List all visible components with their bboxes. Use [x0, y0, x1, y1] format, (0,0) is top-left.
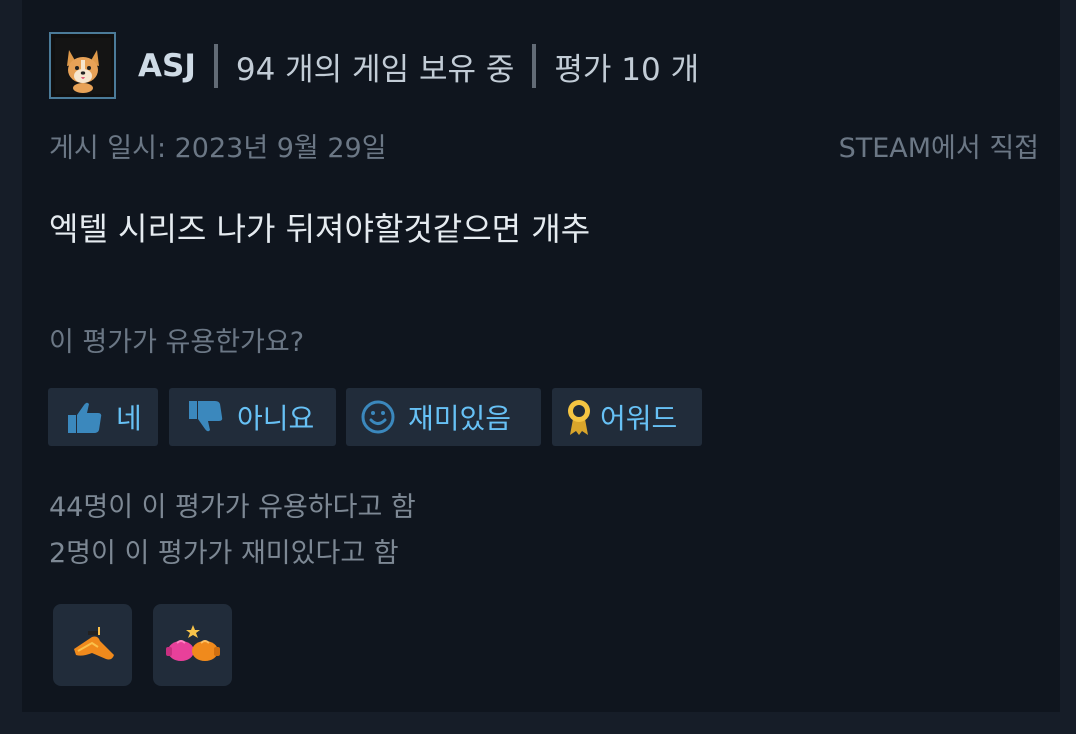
smiley-icon — [361, 400, 395, 434]
games-owned[interactable]: 94 개의 게임 보유 중 — [236, 44, 515, 89]
thumbs-down-icon — [189, 401, 223, 432]
author-name[interactable]: ASJ — [138, 48, 196, 84]
helpful-question: 이 평가가 유용한가요? — [49, 327, 305, 358]
posted-date: 게시 일시: 2023년 9월 29일 — [49, 133, 387, 164]
vote-funny-button[interactable]: 재미있음 — [346, 388, 541, 446]
vote-yes-button[interactable]: 네 — [48, 388, 158, 446]
review-author-header: ASJ 94 개의 게임 보유 중 평가 10 개 — [138, 40, 699, 92]
award-label: 어워드 — [600, 402, 678, 435]
received-award-2[interactable] — [153, 604, 232, 686]
award-button[interactable]: 어워드 — [552, 388, 702, 446]
vote-yes-label: 네 — [116, 402, 142, 435]
review-text: 엑텔 시리즈 나가 뒤져야할것같으면 개추 — [49, 210, 591, 248]
helpful-count: 44명이 이 평가가 유용하다고 함 — [49, 492, 416, 523]
user-avatar[interactable] — [49, 32, 116, 99]
orange-pointer-award-icon — [73, 627, 114, 660]
received-award-1[interactable] — [53, 604, 132, 686]
vote-no-button[interactable]: 아니요 — [169, 388, 336, 446]
vote-funny-label: 재미있음 — [408, 402, 512, 435]
review-count[interactable]: 평가 10 개 — [554, 44, 699, 89]
boxing-gloves-award-icon — [165, 625, 220, 661]
header-divider — [213, 44, 218, 88]
review-source: STEAM에서 직접 — [838, 133, 1039, 164]
header-divider — [532, 44, 537, 88]
thumbs-up-icon — [68, 402, 102, 433]
award-ribbon-icon — [568, 400, 590, 435]
vote-no-label: 아니요 — [237, 402, 315, 435]
funny-count: 2명이 이 평가가 재미있다고 함 — [49, 538, 399, 569]
corgi-avatar-icon — [54, 37, 111, 94]
